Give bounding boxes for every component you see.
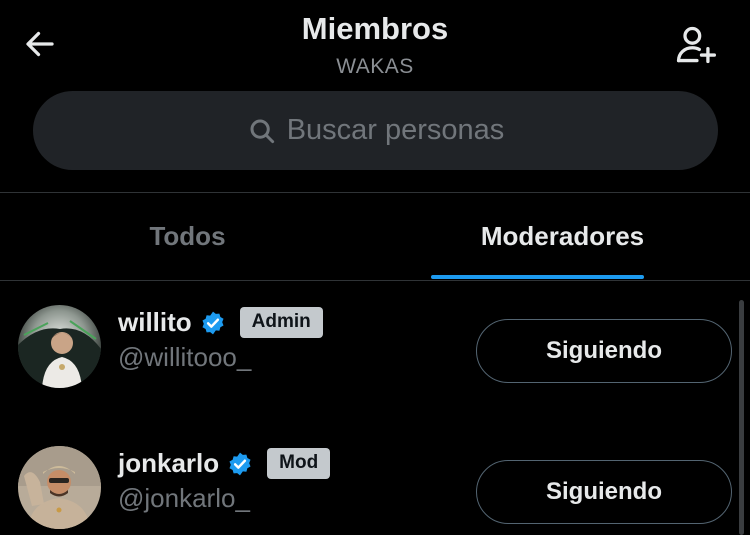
page-title: Miembros (301, 11, 449, 46)
following-button[interactable]: Siguiendo (476, 460, 732, 524)
following-button[interactable]: Siguiendo (476, 319, 732, 383)
list-item[interactable]: willito Admin @willitooo_ Siguiendo (0, 290, 740, 400)
top-bar: Miembros WAKAS (0, 0, 750, 86)
member-name[interactable]: willito (118, 307, 192, 338)
search-input[interactable]: Buscar personas (33, 91, 718, 170)
community-name: WAKAS (336, 55, 414, 78)
add-member-button[interactable] (666, 20, 726, 70)
search-icon (250, 119, 274, 143)
avatar[interactable] (18, 305, 101, 388)
verified-badge-icon (229, 452, 251, 475)
member-name[interactable]: jonkarlo (118, 448, 219, 479)
active-tab-indicator (431, 275, 644, 279)
search-placeholder: Buscar personas (286, 114, 505, 146)
person-add-icon (676, 26, 716, 64)
tab-moderadores[interactable]: Moderadores (375, 193, 750, 280)
tab-bar: Todos Moderadores (0, 193, 750, 280)
verified-badge-icon (202, 311, 224, 334)
role-badge: Admin (239, 307, 323, 338)
tab-todos[interactable]: Todos (0, 193, 375, 280)
role-badge: Mod (267, 448, 331, 479)
member-handle[interactable]: @jonkarlo_ (118, 483, 250, 514)
divider (0, 280, 750, 281)
member-handle[interactable]: @willitooo_ (118, 342, 251, 373)
scrollbar[interactable] (739, 300, 744, 535)
list-item[interactable]: jonkarlo Mod @jonkarlo_ Siguiendo (0, 431, 740, 535)
avatar[interactable] (18, 446, 101, 529)
